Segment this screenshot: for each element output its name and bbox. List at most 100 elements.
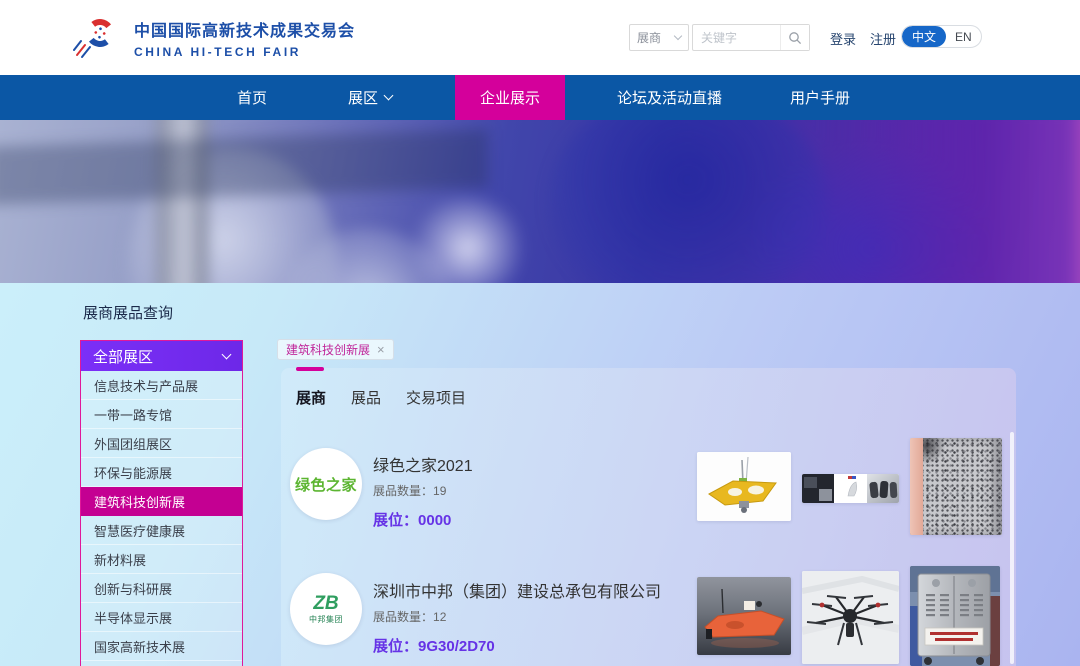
tab-trade-projects[interactable]: 交易项目 bbox=[406, 387, 466, 408]
booth-label: 展位： bbox=[373, 638, 418, 655]
booth-value: 0000 bbox=[418, 512, 451, 529]
lang-en-button[interactable]: EN bbox=[946, 26, 981, 47]
sidebar-header-label: 全部展区 bbox=[93, 346, 153, 367]
exhibit-count-label: 展品数量： bbox=[373, 484, 433, 498]
page: 中国国际高新技术成果交易会 CHINA HI-TECH FAIR 展商 登 bbox=[0, 0, 1080, 666]
header-search-box bbox=[692, 24, 810, 51]
header-search-category-value: 展商 bbox=[637, 29, 661, 46]
nav-item-forum-live[interactable]: 论坛及活动直播 bbox=[617, 75, 722, 120]
exhibitor-name[interactable]: 绿色之家2021 bbox=[373, 452, 473, 476]
sidebar-item-label: 创新与科研展 bbox=[94, 579, 172, 598]
booth-number: 展位：0000 bbox=[373, 509, 473, 530]
sidebar-item-environment-energy[interactable]: 环保与能源展 bbox=[81, 458, 242, 487]
sidebar-item-it-products[interactable]: 信息技术与产品展 bbox=[81, 371, 242, 400]
header-search-category-select[interactable]: 展商 bbox=[629, 24, 689, 51]
register-link[interactable]: 注册 bbox=[870, 29, 896, 48]
sidebar-item-belt-road[interactable]: 一带一路专馆 bbox=[81, 400, 242, 429]
exhibitor-logo-green-home[interactable]: 绿色之家 bbox=[290, 448, 362, 520]
product-thumbnail-steel-cabinet[interactable] bbox=[910, 566, 1000, 666]
tab-exhibits[interactable]: 展品 bbox=[351, 387, 381, 408]
chevron-down-icon bbox=[384, 91, 394, 101]
filter-tag-close-icon[interactable]: × bbox=[377, 343, 385, 356]
brand-title-zh: 中国国际高新技术成果交易会 bbox=[134, 17, 355, 41]
lang-zh-button[interactable]: 中文 bbox=[902, 26, 946, 47]
login-link[interactable]: 登录 bbox=[830, 29, 856, 48]
sidebar-item-label: 半导体显示展 bbox=[94, 608, 172, 627]
sidebar-item-smart-healthcare[interactable]: 智慧医疗健康展 bbox=[81, 516, 242, 545]
booth-number: 展位：9G30/2D70 bbox=[373, 635, 661, 656]
section-title: 展商展品查询 bbox=[83, 302, 173, 323]
sidebar-item-label: 国家高新技术展 bbox=[94, 637, 185, 656]
booth-value: 9G30/2D70 bbox=[418, 638, 495, 655]
product-thumbnail-yellow-unmanned-boat[interactable] bbox=[697, 452, 791, 521]
sidebar-item-national-hitech[interactable]: 国家高新技术展 bbox=[81, 632, 242, 661]
exhibit-count-label: 展品数量： bbox=[373, 610, 433, 624]
header-search-button[interactable] bbox=[780, 25, 809, 50]
yellow-unmanned-boat-photo bbox=[697, 452, 791, 521]
sidebar-item-construction-tech[interactable]: 建筑科技创新展 bbox=[81, 487, 242, 516]
exhibit-count-value: 12 bbox=[433, 610, 446, 624]
product-thumbnail-orange-boat[interactable] bbox=[697, 577, 791, 655]
zone-sidebar: 全部展区 信息技术与产品展 一带一路专馆 外国团组展区 环保与能源展 建筑科技创… bbox=[80, 340, 243, 666]
sidebar-item-label: 建筑科技创新展 bbox=[94, 492, 185, 511]
results-panel: 展商 展品 交易项目 绿色之家 绿色之家2021 展品数量：19 展位：0000 bbox=[281, 368, 1016, 666]
search-icon bbox=[788, 31, 802, 45]
exhibitor-info: 绿色之家2021 展品数量：19 展位：0000 bbox=[373, 452, 473, 530]
language-toggle: 中文 EN bbox=[901, 25, 982, 48]
building-material-samples-photo bbox=[802, 474, 899, 503]
banner-photo bbox=[0, 120, 1080, 283]
main-nav: 首页 展区 企业展示 论坛及活动直播 用户手册 bbox=[0, 75, 1080, 120]
chevron-down-icon bbox=[674, 32, 682, 40]
booth-label: 展位： bbox=[373, 512, 418, 529]
exhibitor-name[interactable]: 深圳市中邦（集团）建设总承包有限公司 bbox=[373, 578, 661, 602]
header-search: 展商 bbox=[629, 24, 810, 51]
exhibit-count: 展品数量：19 bbox=[373, 482, 473, 499]
auth-links: 登录 注册 bbox=[830, 29, 896, 48]
logo-text: 绿色之家 bbox=[295, 474, 357, 495]
nav-item-user-manual[interactable]: 用户手册 bbox=[790, 75, 850, 120]
sidebar-item-new-materials[interactable]: 新材料展 bbox=[81, 545, 242, 574]
nav-item-home[interactable]: 首页 bbox=[237, 75, 267, 120]
exhibit-count-value: 19 bbox=[433, 484, 446, 498]
brand-title-en: CHINA HI-TECH FAIR bbox=[134, 45, 355, 59]
product-thumbnail-granite-panel[interactable] bbox=[910, 438, 1002, 535]
nav-label: 企业展示 bbox=[480, 87, 540, 108]
exhibitor-logo-zhongbang[interactable]: ZB 中邦集团 bbox=[290, 573, 362, 645]
sidebar-item-innovation-research[interactable]: 创新与科研展 bbox=[81, 574, 242, 603]
sidebar-item-label: 智慧医疗健康展 bbox=[94, 521, 185, 540]
nav-label: 用户手册 bbox=[790, 87, 850, 108]
nav-item-enterprise-display[interactable]: 企业展示 bbox=[455, 75, 565, 120]
product-thumbnail-drone[interactable] bbox=[802, 571, 899, 664]
filter-tag-chip: 建筑科技创新展 × bbox=[277, 339, 394, 360]
nav-label: 展区 bbox=[348, 87, 378, 108]
panel-scrollbar[interactable] bbox=[1010, 432, 1014, 664]
logo-mark: ZB bbox=[313, 594, 338, 613]
granite-insulation-panel-photo bbox=[910, 438, 1002, 535]
exhibitor-info: 深圳市中邦（集团）建设总承包有限公司 展品数量：12 展位：9G30/2D70 bbox=[373, 578, 661, 656]
sidebar-item-label: 外国团组展区 bbox=[94, 434, 172, 453]
sidebar-item-foreign-groups[interactable]: 外国团组展区 bbox=[81, 429, 242, 458]
sidebar-item-label: 一带一路专馆 bbox=[94, 405, 172, 424]
sidebar-item-label: 环保与能源展 bbox=[94, 463, 172, 482]
logo-text: 中邦集团 bbox=[309, 614, 343, 625]
sidebar-header-all-zones[interactable]: 全部展区 bbox=[81, 341, 242, 371]
brand-logo[interactable]: 中国国际高新技术成果交易会 CHINA HI-TECH FAIR bbox=[73, 15, 355, 64]
nav-label: 首页 bbox=[237, 87, 267, 108]
sidebar-item-semiconductor-display[interactable]: 半导体显示展 bbox=[81, 603, 242, 632]
chevron-down-icon bbox=[222, 349, 232, 359]
result-tabs: 展商 展品 交易项目 bbox=[296, 387, 466, 408]
top-header: 中国国际高新技术成果交易会 CHINA HI-TECH FAIR 展商 登 bbox=[0, 0, 1080, 75]
product-thumbnail-material-samples[interactable] bbox=[802, 474, 899, 503]
hero-banner: 展商 bbox=[0, 120, 1080, 283]
sidebar-item-label: 新材料展 bbox=[94, 550, 146, 569]
nav-item-zones[interactable]: 展区 bbox=[348, 75, 392, 120]
sidebar-item-label: 信息技术与产品展 bbox=[94, 376, 198, 395]
tab-exhibitors[interactable]: 展商 bbox=[296, 387, 326, 408]
filter-tag-label: 建筑科技创新展 bbox=[286, 341, 370, 358]
header-search-input[interactable] bbox=[693, 31, 780, 45]
exhibit-count: 展品数量：12 bbox=[373, 608, 661, 625]
chf-logo-icon bbox=[73, 15, 123, 64]
active-tab-indicator bbox=[296, 367, 324, 371]
hexacopter-drone-photo bbox=[802, 571, 899, 664]
nav-label: 论坛及活动直播 bbox=[617, 87, 722, 108]
